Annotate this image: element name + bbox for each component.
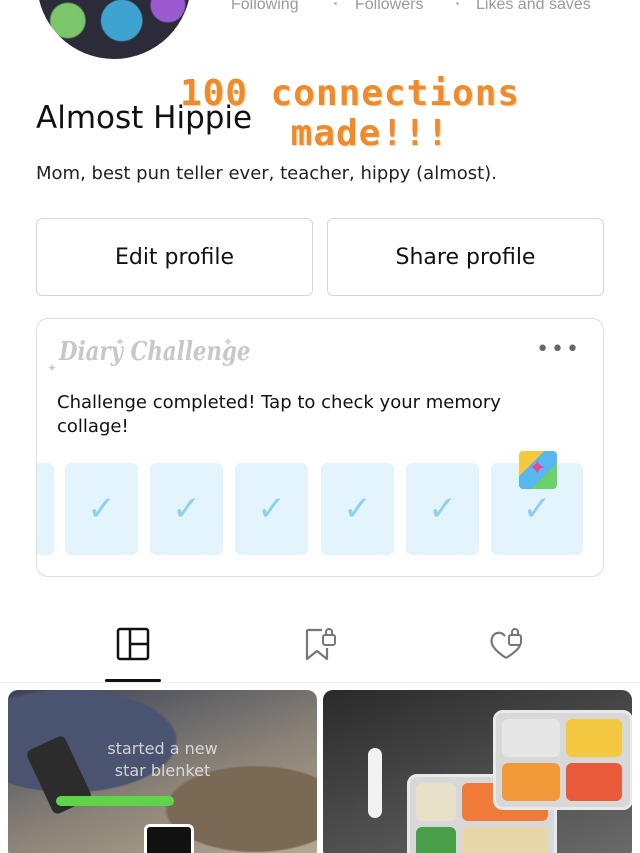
likes-label[interactable]: Likes and saves xyxy=(476,0,591,14)
challenge-message: Challenge completed! Tap to check your m… xyxy=(57,392,501,437)
post-caption: started a new star blenket xyxy=(107,739,218,780)
memory-tiles[interactable]: ✓ ✓ ✓ ✓ ✓ ✓ ✦ xyxy=(37,451,603,555)
post-thumbnail[interactable] xyxy=(323,690,632,853)
check-icon: ✓ xyxy=(87,489,116,529)
tab-divider xyxy=(0,682,640,683)
overlay-line-1: 100 connections xyxy=(179,73,521,114)
stats-separator xyxy=(456,2,459,5)
sparkle-icon: ✦ xyxy=(47,361,58,375)
profile-avatar[interactable] xyxy=(37,0,191,59)
following-label[interactable]: Following xyxy=(231,0,299,14)
connections-overlay-text: 100 connections made!!! xyxy=(150,74,550,154)
check-icon: ✓ xyxy=(172,489,201,529)
check-icon: ✓ xyxy=(343,489,372,529)
heart-lock-icon[interactable] xyxy=(488,626,524,662)
memory-tile[interactable]: ✓ xyxy=(65,463,138,555)
memory-tile[interactable]: ✓ xyxy=(150,463,223,555)
memory-tile[interactable]: ✓ xyxy=(321,463,394,555)
diary-challenge-card[interactable]: ✦ ✦ ✦ Diary Challenge ••• Challenge comp… xyxy=(36,318,604,577)
memory-tile[interactable]: ✓ xyxy=(235,463,308,555)
crochet-hook-image xyxy=(56,796,174,806)
edit-profile-button[interactable]: Edit profile xyxy=(36,218,313,296)
check-icon: ✓ xyxy=(522,489,552,529)
diary-challenge-title: Diary Challenge xyxy=(59,337,251,367)
bookmark-lock-icon[interactable] xyxy=(302,626,338,662)
memory-tile[interactable] xyxy=(37,463,54,555)
share-profile-button[interactable]: Share profile xyxy=(327,218,604,296)
profile-bio: Mom, best pun teller ever, teacher, hipp… xyxy=(36,163,497,184)
memory-collage-icon[interactable]: ✦ xyxy=(519,451,557,489)
memory-tile[interactable]: ✓ xyxy=(406,463,479,555)
more-options-button[interactable]: ••• xyxy=(536,337,581,362)
overlay-line-2: made!!! xyxy=(290,113,450,154)
stats-separator xyxy=(334,2,337,5)
spoon-image xyxy=(368,748,382,818)
check-icon: ✓ xyxy=(428,489,457,529)
post-thumbnail[interactable]: started a new star blenket xyxy=(8,690,317,853)
bento-tray-image xyxy=(493,710,632,810)
check-icon: ✓ xyxy=(257,489,286,529)
grid-icon[interactable] xyxy=(115,626,151,662)
followers-label[interactable]: Followers xyxy=(355,0,423,14)
album-icon xyxy=(144,824,194,853)
